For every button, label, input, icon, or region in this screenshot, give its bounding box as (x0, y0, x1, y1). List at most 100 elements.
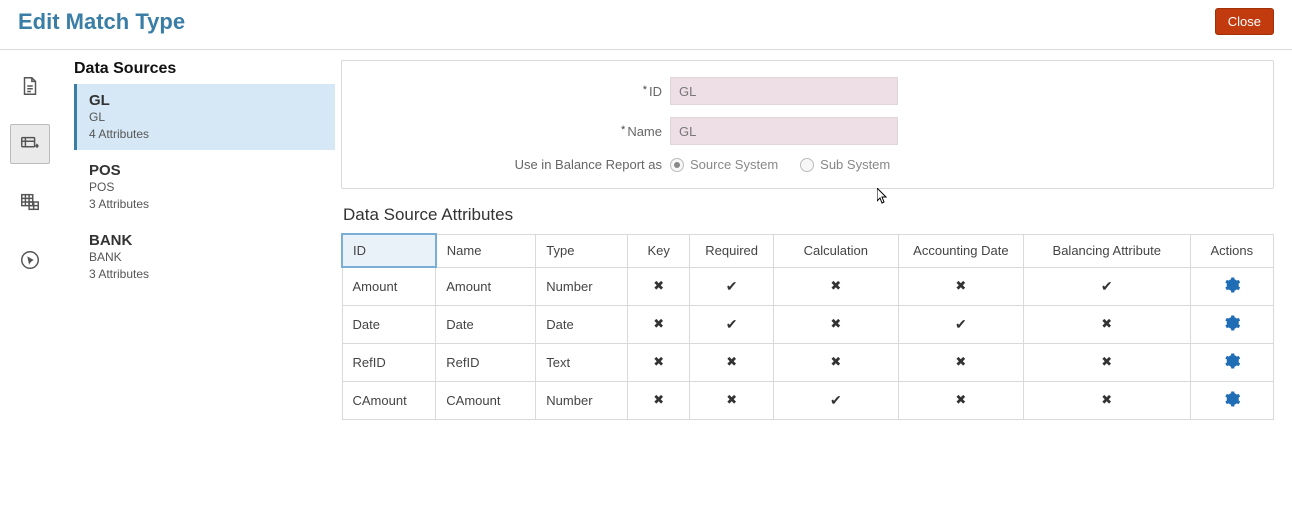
radio-icon (800, 158, 814, 172)
cell-name: RefID (436, 343, 536, 381)
cell-accounting-date (898, 381, 1023, 419)
col-name[interactable]: Name (436, 234, 536, 267)
table-row[interactable]: CAmountCAmountNumber (342, 381, 1274, 419)
data-source-item-gl[interactable]: GL GL 4 Attributes (74, 84, 335, 150)
cell-required (690, 305, 773, 343)
col-type[interactable]: Type (536, 234, 628, 267)
x-icon (955, 392, 966, 407)
page-title: Edit Match Type (18, 9, 185, 35)
data-source-sub2: 3 Attributes (89, 267, 321, 283)
cell-accounting-date (898, 267, 1023, 305)
col-key[interactable]: Key (627, 234, 690, 267)
x-icon (1101, 392, 1112, 407)
cell-key (627, 343, 690, 381)
pointer-circle-icon[interactable] (10, 240, 50, 280)
x-icon (653, 392, 664, 407)
table-icon[interactable] (10, 182, 50, 222)
radio-sub-label: Sub System (820, 157, 890, 172)
attributes-table: ID Name Type Key Required Calculation Ac… (341, 233, 1274, 420)
cell-actions (1190, 267, 1273, 305)
cell-calculation (773, 343, 898, 381)
data-source-icon[interactable] (10, 124, 50, 164)
cell-key (627, 267, 690, 305)
data-source-title: BANK (89, 232, 321, 249)
data-source-sub2: 3 Attributes (89, 197, 321, 213)
col-required[interactable]: Required (690, 234, 773, 267)
cell-id: Amount (342, 267, 436, 305)
sidebar-heading: Data Sources (74, 60, 335, 78)
cell-accounting-date (898, 343, 1023, 381)
data-source-item-pos[interactable]: POS POS 3 Attributes (74, 154, 335, 220)
x-icon (955, 354, 966, 369)
data-source-form: *ID *Name Use in Balance Report as Sourc… (341, 60, 1274, 189)
cell-required (690, 343, 773, 381)
cell-key (627, 381, 690, 419)
table-row[interactable]: AmountAmountNumber (342, 267, 1274, 305)
id-label-text: ID (649, 84, 662, 99)
cell-balancing-attr (1023, 381, 1190, 419)
radio-icon (670, 158, 684, 172)
data-source-sub1: GL (89, 110, 321, 126)
id-label: *ID (362, 84, 670, 99)
close-button[interactable]: Close (1215, 8, 1274, 35)
table-row[interactable]: DateDateDate (342, 305, 1274, 343)
cell-balancing-attr (1023, 267, 1190, 305)
cell-type: Text (536, 343, 628, 381)
col-balancing-attr[interactable]: Balancing Attribute (1023, 234, 1190, 267)
x-icon (1101, 316, 1112, 331)
radio-sub-system[interactable]: Sub System (800, 157, 890, 172)
cell-id: Date (342, 305, 436, 343)
x-icon (653, 354, 664, 369)
cell-name: Amount (436, 267, 536, 305)
data-source-sub1: BANK (89, 250, 321, 266)
data-source-item-bank[interactable]: BANK BANK 3 Attributes (74, 224, 335, 290)
x-icon (830, 316, 841, 331)
data-source-sub2: 4 Attributes (89, 127, 321, 143)
cell-balancing-attr (1023, 343, 1190, 381)
check-icon (726, 317, 738, 332)
cell-id: CAmount (342, 381, 436, 419)
col-calculation[interactable]: Calculation (773, 234, 898, 267)
table-row[interactable]: RefIDRefIDText (342, 343, 1274, 381)
id-input[interactable] (670, 77, 898, 105)
x-icon (653, 316, 664, 331)
cell-name: CAmount (436, 381, 536, 419)
document-icon[interactable] (10, 66, 50, 106)
cell-balancing-attr (1023, 305, 1190, 343)
name-label-text: Name (627, 124, 662, 139)
col-id[interactable]: ID (342, 234, 436, 267)
check-icon (726, 279, 738, 294)
name-label: *Name (362, 124, 670, 139)
cell-name: Date (436, 305, 536, 343)
balance-report-label: Use in Balance Report as (362, 157, 670, 172)
cell-actions (1190, 343, 1273, 381)
gear-icon[interactable] (1223, 352, 1241, 370)
cell-calculation (773, 381, 898, 419)
check-icon (830, 393, 842, 408)
icon-rail (0, 50, 60, 430)
cell-actions (1190, 305, 1273, 343)
col-actions[interactable]: Actions (1190, 234, 1273, 267)
data-source-title: GL (89, 92, 321, 109)
cell-required (690, 381, 773, 419)
cell-key (627, 305, 690, 343)
col-accounting-date[interactable]: Accounting Date (898, 234, 1023, 267)
table-header-row: ID Name Type Key Required Calculation Ac… (342, 234, 1274, 267)
gear-icon[interactable] (1223, 314, 1241, 332)
x-icon (830, 354, 841, 369)
x-icon (726, 392, 737, 407)
x-icon (955, 278, 966, 293)
x-icon (726, 354, 737, 369)
cell-type: Number (536, 267, 628, 305)
cell-accounting-date (898, 305, 1023, 343)
cell-type: Number (536, 381, 628, 419)
gear-icon[interactable] (1223, 276, 1241, 294)
gear-icon[interactable] (1223, 390, 1241, 408)
attributes-heading: Data Source Attributes (343, 205, 1274, 225)
cell-required (690, 267, 773, 305)
data-source-sub1: POS (89, 180, 321, 196)
cell-type: Date (536, 305, 628, 343)
name-input[interactable] (670, 117, 898, 145)
data-source-title: POS (89, 162, 321, 179)
radio-source-system[interactable]: Source System (670, 157, 778, 172)
